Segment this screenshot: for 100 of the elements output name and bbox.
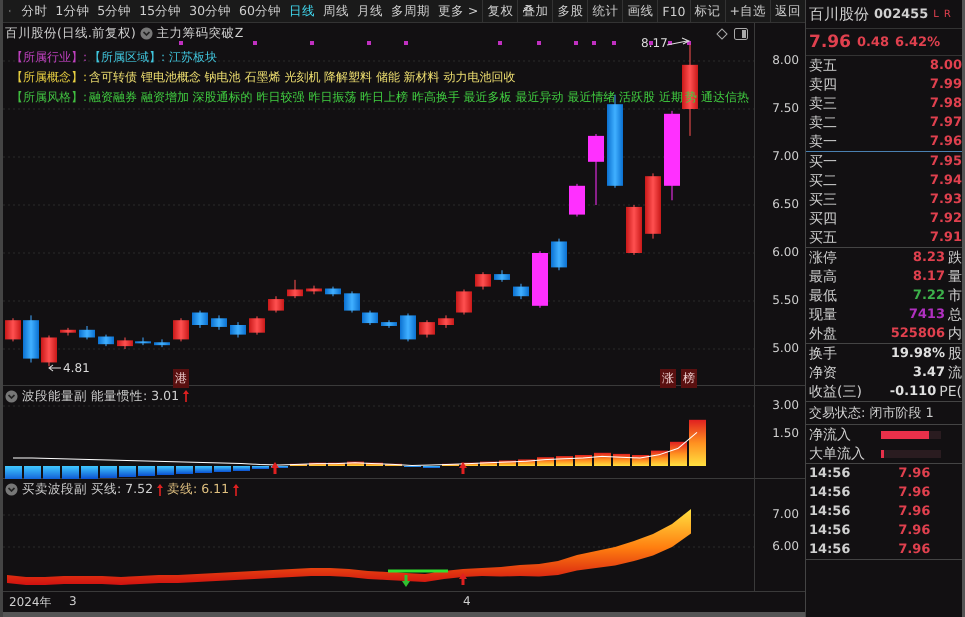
event-marker[interactable]: 涨 xyxy=(660,369,676,388)
stat-label: 收益(三) xyxy=(809,382,861,400)
period-tab[interactable]: 月线 xyxy=(352,0,387,22)
toolbar-button[interactable]: 多股 xyxy=(552,0,588,22)
period-tab[interactable]: 60分钟 xyxy=(235,0,285,22)
stock-code: 002455 xyxy=(874,6,928,22)
stat-value: 3.47 xyxy=(912,365,945,380)
candlestick xyxy=(569,183,585,218)
candlestick xyxy=(287,279,303,299)
candlestick xyxy=(154,338,170,348)
high-price-label: 8.17 xyxy=(641,36,668,50)
stat-label: 总 xyxy=(948,306,962,324)
candlestick xyxy=(325,286,341,297)
stat-label: 现量 xyxy=(809,306,838,324)
order-price: 7.95 xyxy=(928,154,962,169)
up-arrow-icon xyxy=(183,390,190,402)
tick-price: 7.96 xyxy=(897,504,930,519)
candlestick xyxy=(438,314,454,328)
info-text: 【所属风格】: xyxy=(11,89,88,106)
candlestick xyxy=(211,314,227,330)
price-change: 0.48 xyxy=(856,34,890,50)
stat-value: 8.17 xyxy=(912,269,945,284)
period-tab[interactable]: 日线 xyxy=(284,0,319,22)
toolbar-button[interactable]: 画线 xyxy=(622,0,658,22)
up-arrow-icon xyxy=(157,484,164,496)
axis-label: 7.50 xyxy=(772,101,799,115)
up-arrow-icon xyxy=(459,462,467,474)
chevron-icon[interactable] xyxy=(5,390,18,403)
candlestick xyxy=(419,320,435,338)
flag-label: R xyxy=(944,8,951,20)
up-arrow-icon xyxy=(233,484,240,496)
period-tab[interactable]: 1分钟 xyxy=(51,0,94,22)
candlestick xyxy=(362,310,378,326)
chevron-icon[interactable] xyxy=(140,27,153,40)
toolbar-button[interactable]: 返回 xyxy=(770,0,805,22)
period-tab[interactable]: 15分钟 xyxy=(135,0,186,22)
candlestick xyxy=(344,290,360,314)
tick-time: 14:56 xyxy=(809,542,850,557)
axis-label: 5.50 xyxy=(772,293,799,307)
chevron-icon[interactable] xyxy=(5,483,18,496)
toolbar-button[interactable]: 叠加 xyxy=(517,0,552,22)
candlestick xyxy=(645,172,661,240)
status-label: 交易状态: xyxy=(809,405,866,422)
candlestick xyxy=(23,314,39,363)
stat-label: 市 xyxy=(948,286,962,304)
indicator-reading: 能量惯性: 3.01 xyxy=(91,388,180,405)
low-price-arrow xyxy=(48,364,62,372)
stat-value: 7413 xyxy=(908,307,945,322)
period-tab[interactable]: 30分钟 xyxy=(185,0,236,22)
period-tab[interactable]: 周线 xyxy=(318,0,353,22)
stat-value: 19.98% xyxy=(890,346,945,361)
toolbar-button[interactable]: 标记 xyxy=(690,0,725,22)
flow-label: 大单流入 xyxy=(809,444,866,462)
toolbar-button[interactable]: +自选 xyxy=(724,0,770,22)
candlestick xyxy=(135,336,151,346)
candlestick xyxy=(306,285,322,295)
event-marker[interactable]: 港 xyxy=(173,369,189,388)
order-price: 7.97 xyxy=(928,115,962,130)
date-label: 3 xyxy=(69,594,77,608)
candlestick xyxy=(551,238,567,271)
axis-label: 7.00 xyxy=(772,149,799,163)
toolbar-button[interactable]: 统计 xyxy=(587,0,622,22)
sell-line-reading: 卖线: 6.11 xyxy=(167,481,230,498)
info-text: 【所属行业】: xyxy=(11,49,88,66)
stock-name: 百川股份 xyxy=(809,4,869,24)
chart-title: 百川股份(日线.前复权) xyxy=(5,25,136,42)
info-text: 【所属区域】: 江苏板块 xyxy=(89,49,217,66)
period-tab[interactable]: 分时 xyxy=(17,0,52,22)
order-level-label: 买五 xyxy=(809,228,838,246)
period-tab[interactable]: 多周期 xyxy=(386,0,434,22)
stat-value: -0.110 xyxy=(888,384,936,399)
flow-label: 净流入 xyxy=(809,426,852,444)
axis-label: 7.00 xyxy=(772,507,799,522)
tick-price: 7.96 xyxy=(897,466,930,481)
toolbar-button[interactable]: F10 xyxy=(657,0,690,22)
status-value: 闭市阶段 1 xyxy=(869,405,934,422)
period-tab[interactable]: 5分钟 xyxy=(93,0,136,22)
diamond-icon[interactable] xyxy=(716,28,728,40)
order-price: 7.93 xyxy=(928,192,962,207)
up-arrow-icon xyxy=(459,573,467,586)
indicator-name: 波段能量副 xyxy=(22,388,87,405)
order-level-label: 买三 xyxy=(809,190,838,208)
tick-time: 14:56 xyxy=(809,485,850,500)
toolbar-button[interactable]: 复权 xyxy=(482,0,518,22)
tick-price: 7.96 xyxy=(897,485,930,500)
candlestick xyxy=(475,272,491,290)
order-price: 7.94 xyxy=(928,173,962,188)
stat-label: 流 xyxy=(948,364,962,382)
period-tab[interactable]: 更多 > xyxy=(434,0,482,22)
indicator-name: 主力筹码突破Z xyxy=(156,25,244,42)
event-marker[interactable]: 榜 xyxy=(681,369,697,388)
stat-label: 最高 xyxy=(809,268,838,286)
order-price: 7.96 xyxy=(928,134,962,149)
axis-label: 1.50 xyxy=(772,426,799,440)
axis-label: 5.00 xyxy=(772,341,799,355)
tick-price: 7.96 xyxy=(897,542,930,557)
candlestick xyxy=(626,204,642,256)
axis-label: 6.50 xyxy=(772,197,799,211)
percent-change: 6.42% xyxy=(895,34,940,50)
candlestick xyxy=(249,316,265,336)
